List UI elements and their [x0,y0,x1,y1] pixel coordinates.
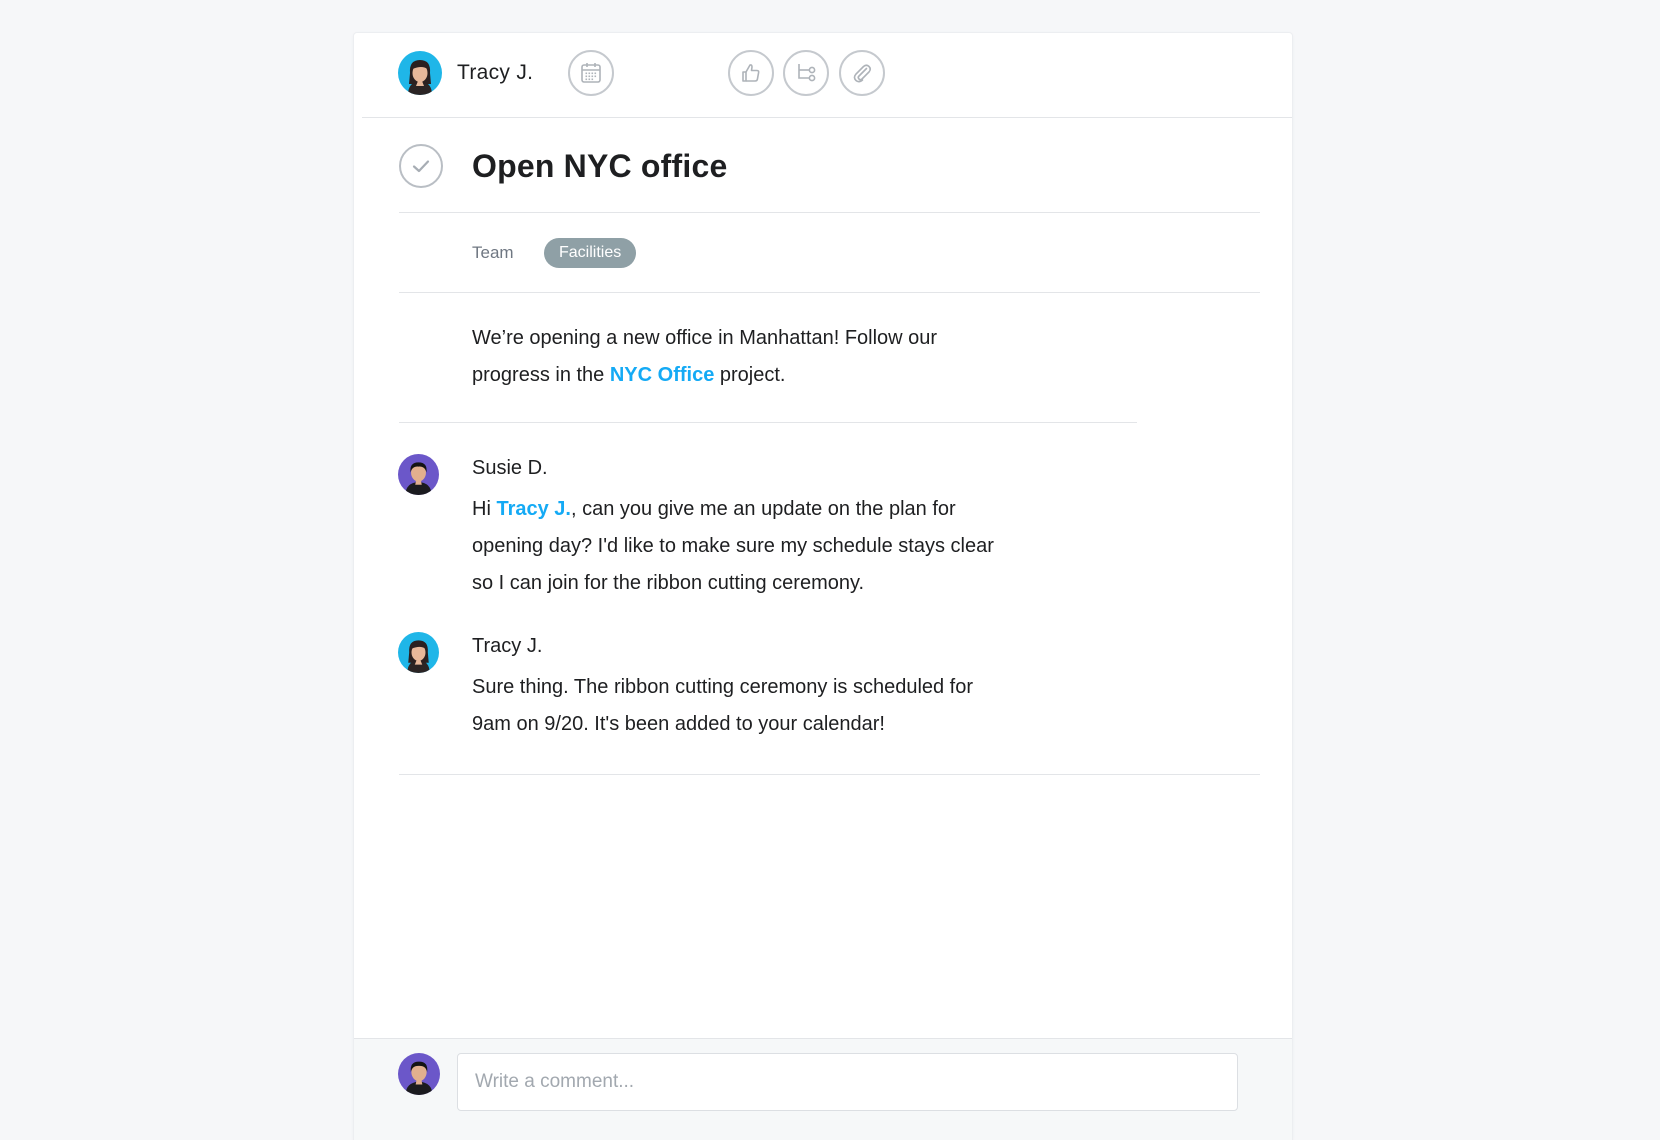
avatar [398,51,442,95]
comment-body: Hi Tracy J., can you give me an update o… [472,491,1012,602]
due-date-button[interactable] [568,50,614,96]
avatar-susie-image [398,1053,440,1095]
divider [399,422,1137,423]
task-title[interactable]: Open NYC office [472,148,727,185]
mark-complete-button[interactable] [399,144,443,188]
comment-author-avatar[interactable] [398,632,439,673]
task-description[interactable]: We’re opening a new office in Manhattan!… [472,320,992,394]
subtask-icon [798,64,816,82]
assignee-avatar[interactable] [398,51,442,95]
comment-author-name[interactable]: Tracy J. [472,635,542,658]
divider [399,292,1260,293]
thumbs-up-icon [742,64,760,82]
divider [399,212,1260,213]
user-mention-link[interactable]: Tracy J. [496,498,571,520]
current-user-avatar [398,1053,440,1095]
avatar [398,1053,440,1095]
avatar-susie-image [398,454,439,495]
team-label: Team [472,243,514,262]
comment-author-name[interactable]: Susie D. [472,457,548,480]
assignee-name[interactable]: Tracy J. [457,61,533,85]
comment-text: Hi [472,498,497,520]
divider [399,774,1260,775]
description-text-end: project. [714,364,786,386]
comment-author-avatar[interactable] [398,454,439,495]
project-link[interactable]: NYC Office [610,364,714,386]
add-subtask-button[interactable] [783,50,829,96]
like-button[interactable] [728,50,774,96]
calendar-icon [581,63,601,83]
comment-body: Sure thing. The ribbon cutting ceremony … [472,676,974,735]
checkmark-icon [412,160,430,173]
avatar [398,454,439,495]
attach-file-button[interactable] [839,50,885,96]
avatar-tracy-image [398,51,442,95]
avatar-tracy-image [398,632,439,673]
comment-input[interactable] [457,1053,1238,1111]
avatar [398,632,439,673]
team-chip[interactable]: Facilities [544,238,637,268]
paperclip-icon [853,64,872,83]
